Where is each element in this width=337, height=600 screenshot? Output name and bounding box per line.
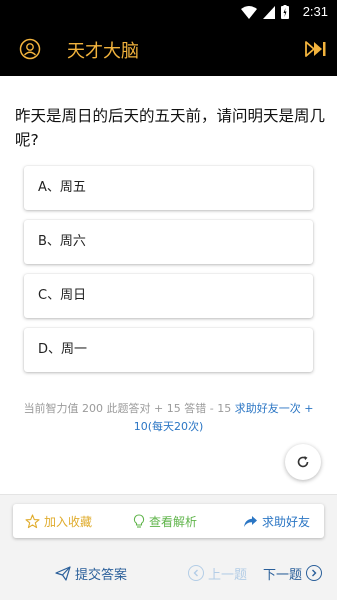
question-text: 昨天是周日的后天的五天前，请问明天是周几呢?	[15, 107, 326, 149]
page-title: 天才大脑	[67, 41, 139, 62]
star-icon	[25, 513, 40, 528]
chevron-right-icon	[306, 565, 323, 581]
option-d[interactable]: D、周一	[24, 328, 313, 372]
submit-answer-label: 提交答案	[75, 567, 128, 583]
add-favorite-button[interactable]: 加入收藏	[25, 504, 92, 538]
share-arrow-icon	[244, 515, 257, 527]
status-icons	[241, 5, 289, 19]
app-bar: 天才大脑	[0, 24, 337, 76]
view-analysis-button[interactable]: 查看解析	[133, 504, 197, 538]
next-question-label: 下一题	[263, 567, 303, 583]
send-icon	[55, 565, 71, 581]
battery-icon	[281, 5, 289, 19]
status-bar: 2:31	[0, 0, 337, 24]
signal-icon	[263, 5, 275, 19]
stats-text: 当前智力值 200 此题答对 + 15 答错 - 15	[23, 402, 235, 415]
option-a[interactable]: A、周五	[24, 166, 313, 210]
skip-forward-icon[interactable]	[305, 40, 327, 58]
wifi-icon	[241, 5, 257, 19]
option-c[interactable]: C、周日	[24, 274, 313, 318]
divider	[0, 494, 337, 495]
ask-friend-button[interactable]: 求助好友	[243, 504, 310, 538]
status-time: 2:31	[302, 4, 328, 19]
profile-icon[interactable]	[19, 38, 41, 60]
ask-friend-label: 求助好友	[262, 514, 311, 529]
refresh-button[interactable]	[285, 444, 321, 480]
submit-answer-button[interactable]: 提交答案	[55, 562, 127, 584]
option-b[interactable]: B、周六	[24, 220, 313, 264]
view-analysis-label: 查看解析	[149, 514, 198, 529]
prev-question-button[interactable]: 上一题	[188, 562, 247, 584]
add-favorite-label: 加入收藏	[44, 514, 93, 529]
lightbulb-icon	[133, 513, 145, 528]
score-info: 当前智力值 200 此题答对 + 15 答错 - 15 求助好友一次 + 10(…	[16, 400, 321, 436]
chevron-left-icon	[188, 565, 204, 581]
next-question-button[interactable]: 下一题	[263, 562, 323, 584]
action-bar: 加入收藏 查看解析 求助好友	[13, 504, 324, 538]
prev-question-label: 上一题	[208, 567, 248, 583]
refresh-icon	[297, 456, 309, 468]
